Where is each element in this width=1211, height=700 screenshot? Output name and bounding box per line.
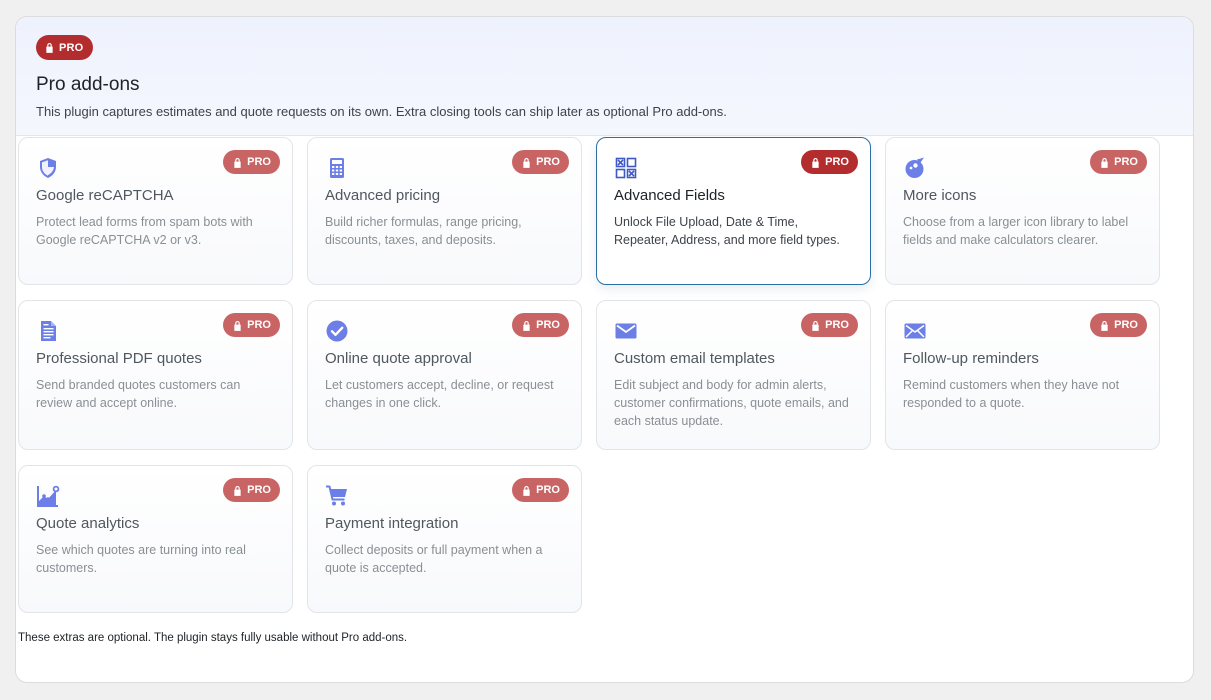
pro-badge-label: PRO: [825, 156, 849, 168]
lock-icon: [46, 43, 53, 53]
lock-icon: [234, 157, 241, 168]
panel-header: PRO Pro add-ons This plugin captures est…: [16, 17, 1193, 136]
lock-icon: [812, 157, 819, 168]
card-description: Choose from a larger icon library to lab…: [903, 215, 1129, 247]
envelope-icon: [903, 319, 927, 343]
pro-badge: PRO: [512, 313, 569, 337]
addon-card-advanced-pricing[interactable]: PRO Advanced pricing Build richer formul…: [307, 137, 582, 285]
calculator-icon: [325, 156, 349, 180]
lock-icon: [1101, 320, 1108, 331]
card-title: Advanced pricing: [325, 187, 441, 204]
email-icon: [614, 319, 638, 343]
card-description: Edit subject and body for admin alerts, …: [614, 378, 849, 428]
page-description: This plugin captures estimates and quote…: [36, 104, 727, 119]
card-title: Follow-up reminders: [903, 350, 1039, 367]
card-title: Professional PDF quotes: [36, 350, 202, 367]
card-description: Send branded quotes customers can review…: [36, 378, 241, 410]
pro-badge-label: PRO: [1114, 319, 1138, 331]
document-icon: [36, 319, 60, 343]
card-title: Custom email templates: [614, 350, 775, 367]
addon-card-email-templates[interactable]: PRO Custom email templates Edit subject …: [596, 300, 871, 450]
analytics-icon: [36, 484, 60, 508]
pro-badge: PRO: [1090, 313, 1147, 337]
card-title: Google reCAPTCHA: [36, 187, 174, 204]
pro-badge: PRO: [223, 313, 280, 337]
lock-icon: [523, 157, 530, 168]
card-description: Let customers accept, decline, or reques…: [325, 378, 554, 410]
pro-badge-label: PRO: [1114, 156, 1138, 168]
pro-badge: PRO: [1090, 150, 1147, 174]
card-description: Protect lead forms from spam bots with G…: [36, 215, 253, 247]
pro-badge-label: PRO: [247, 319, 271, 331]
pro-badge: PRO: [223, 150, 280, 174]
card-description: Unlock File Upload, Date & Time, Repeate…: [614, 215, 840, 247]
card-description: Remind customers when they have not resp…: [903, 378, 1120, 410]
addon-card-pdf-quotes[interactable]: PRO Professional PDF quotes Send branded…: [18, 300, 293, 450]
page-title: Pro add-ons: [36, 74, 140, 95]
header-pro-badge: PRO: [36, 35, 94, 60]
card-description: Collect deposits or full payment when a …: [325, 543, 543, 575]
card-title: Quote analytics: [36, 515, 140, 532]
card-description: See which quotes are turning into real c…: [36, 543, 246, 575]
check-circle-icon: [325, 319, 349, 343]
lock-icon: [812, 320, 819, 331]
addon-card-quote-analytics[interactable]: PRO Quote analytics See which quotes are…: [18, 465, 293, 613]
pro-badge-label: PRO: [247, 156, 271, 168]
card-title: Advanced Fields: [614, 187, 725, 204]
lock-icon: [523, 320, 530, 331]
pro-badge: PRO: [223, 478, 280, 502]
fields-grid-icon: [614, 156, 638, 180]
pro-badge-label: PRO: [247, 484, 271, 496]
addons-grid: PRO Google reCAPTCHA Protect lead forms …: [18, 137, 1160, 613]
addon-card-followup-reminders[interactable]: PRO Follow-up reminders Remind customers…: [885, 300, 1160, 450]
card-title: Payment integration: [325, 515, 459, 532]
header-pro-badge-label: PRO: [59, 41, 84, 54]
lock-icon: [234, 485, 241, 496]
addon-card-advanced-fields[interactable]: PRO Advanced Fields Unlock File Upload, …: [596, 137, 871, 285]
addon-card-more-icons[interactable]: PRO More icons Choose from a larger icon…: [885, 137, 1160, 285]
card-description: Build richer formulas, range pricing, di…: [325, 215, 522, 247]
pro-badge-label: PRO: [536, 156, 560, 168]
pro-badge: PRO: [512, 150, 569, 174]
pro-badge-label: PRO: [536, 319, 560, 331]
footer-note: These extras are optional. The plugin st…: [18, 632, 408, 644]
pro-badge: PRO: [512, 478, 569, 502]
lock-icon: [1101, 157, 1108, 168]
card-title: More icons: [903, 187, 977, 204]
pro-badge: PRO: [801, 313, 858, 337]
addon-card-payment-integration[interactable]: PRO Payment integration Collect deposits…: [307, 465, 582, 613]
cart-icon: [325, 484, 349, 508]
addon-card-google-recaptcha[interactable]: PRO Google reCAPTCHA Protect lead forms …: [18, 137, 293, 285]
pro-badge: PRO: [801, 150, 858, 174]
lock-icon: [234, 320, 241, 331]
addon-card-online-approval[interactable]: PRO Online quote approval Let customers …: [307, 300, 582, 450]
pro-badge-label: PRO: [825, 319, 849, 331]
card-title: Online quote approval: [325, 350, 472, 367]
shield-icon: [36, 156, 60, 180]
palette-icon: [903, 156, 927, 180]
pro-badge-label: PRO: [536, 484, 560, 496]
lock-icon: [523, 485, 530, 496]
